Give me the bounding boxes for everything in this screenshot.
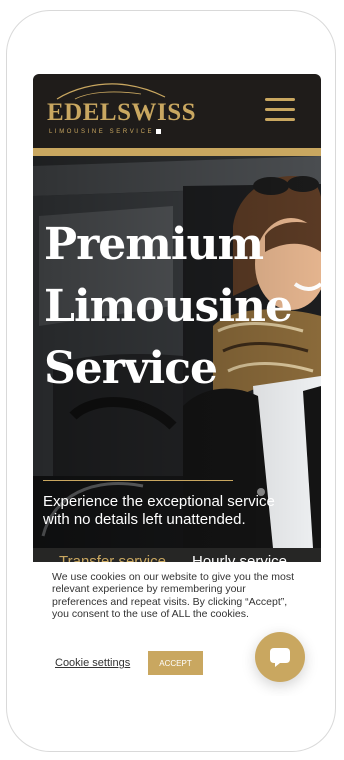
hamburger-icon-line-2 (265, 108, 295, 111)
logo-tagline-text: LIMOUSINE SERVICE (49, 129, 155, 136)
hero-banner: Premium Limousine Service Experience the… (33, 156, 321, 548)
car-silhouette-icon (56, 83, 166, 100)
menu-button[interactable] (263, 98, 297, 122)
hero-divider (43, 480, 233, 481)
hero-title-line-3: Service (44, 343, 218, 394)
cookie-settings-link[interactable]: Cookie settings (55, 657, 130, 669)
header-accent-bar (33, 148, 321, 156)
logo-square-icon (156, 129, 162, 134)
accept-button[interactable]: ACCEPT (148, 651, 203, 675)
cookie-message: We use cookies on our website to give yo… (52, 571, 295, 620)
hero-title-line-2: Limousine (44, 281, 293, 332)
hero-description: Experience the exceptional service with … (43, 493, 275, 528)
cookie-banner: We use cookies on our website to give yo… (33, 562, 321, 696)
hamburger-icon-line-3 (265, 118, 295, 121)
hero-title: Premium Limousine Service (44, 214, 314, 400)
hero-title-line-1: Premium (44, 219, 264, 270)
logo-tagline: LIMOUSINE SERVICE (49, 129, 162, 136)
brand-logo[interactable]: EDELSWISS LIMOUSINE SERVICE (45, 81, 196, 139)
site-header: EDELSWISS LIMOUSINE SERVICE (33, 74, 321, 148)
chat-bubble-icon (270, 648, 290, 667)
app-screen: EDELSWISS LIMOUSINE SERVICE Premium Limo… (33, 74, 321, 696)
chat-button[interactable] (255, 632, 305, 682)
logo-wordmark: EDELSWISS (47, 99, 197, 126)
hamburger-icon-line-1 (265, 98, 295, 101)
